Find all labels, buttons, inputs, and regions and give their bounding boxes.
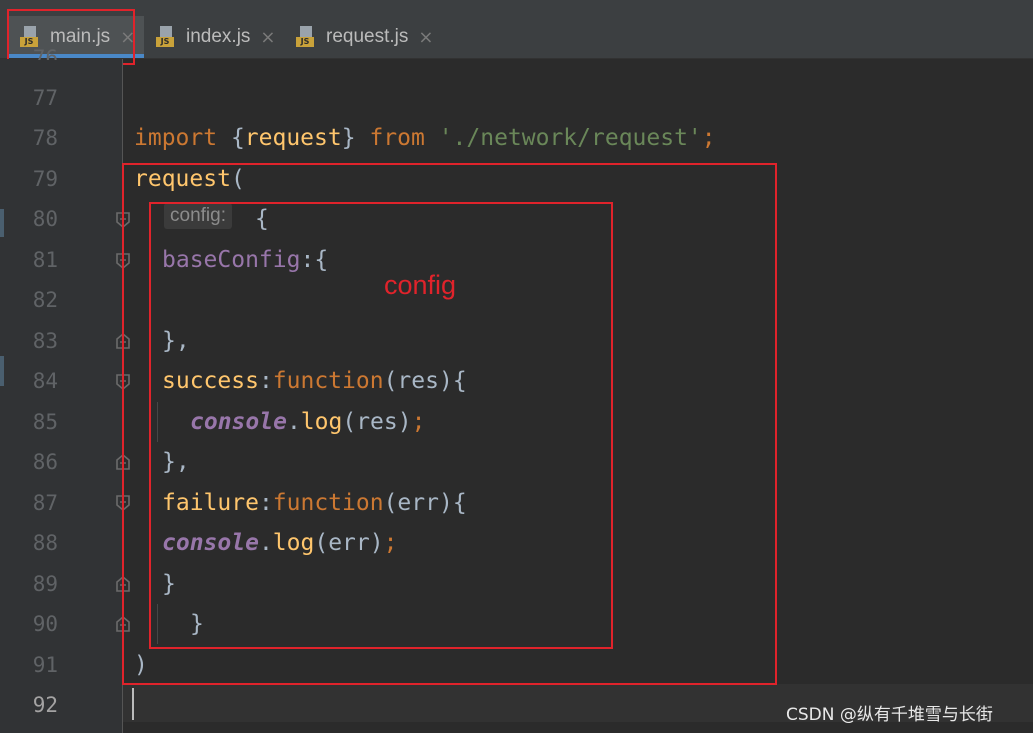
code-line-90[interactable]: } xyxy=(190,610,204,638)
identifier: request xyxy=(244,125,342,151)
keyword: function xyxy=(272,368,384,394)
code-line-84[interactable]: success:function(res){ xyxy=(162,367,467,395)
line-number: 84 xyxy=(32,369,58,393)
code-line-80[interactable]: { xyxy=(255,205,269,233)
keyword: function xyxy=(272,490,384,516)
watermark: CSDN @纵有千堆雪与长街 xyxy=(786,705,993,725)
keyword: from xyxy=(369,125,425,151)
code-line-79[interactable]: request( xyxy=(134,165,245,193)
parameter-hint: config: xyxy=(164,203,232,229)
line-number: 91 xyxy=(32,653,58,677)
code-line-89[interactable]: } xyxy=(162,570,176,598)
title-strip xyxy=(0,0,1033,16)
code-line-86[interactable]: }, xyxy=(162,448,190,476)
tab-label: main.js xyxy=(50,26,111,47)
line-number: 83 xyxy=(32,329,58,353)
text-caret xyxy=(132,688,134,720)
global-object: console xyxy=(162,530,259,556)
indent-guide xyxy=(157,604,158,644)
line-number: 90 xyxy=(32,612,58,636)
function-call: request xyxy=(134,166,231,192)
code-line-83[interactable]: }, xyxy=(162,327,190,355)
indent-guide xyxy=(157,402,158,442)
line-number: 86 xyxy=(32,450,58,474)
close-icon[interactable]: × xyxy=(260,27,275,48)
js-file-icon: JS xyxy=(20,26,42,48)
global-object: console xyxy=(190,409,287,435)
line-number: 78 xyxy=(32,126,58,150)
property-key: baseConfig xyxy=(162,247,301,273)
tab-request-js[interactable]: JS request.js × xyxy=(296,16,433,58)
line-number: 85 xyxy=(32,410,58,434)
keyword: import xyxy=(134,125,218,151)
code-line-87[interactable]: failure:function(err){ xyxy=(162,489,467,517)
code-line-78[interactable]: import {request} from './network/request… xyxy=(134,124,716,152)
property-key: failure xyxy=(162,490,259,516)
line-number: 82 xyxy=(32,288,58,312)
line-number: 81 xyxy=(32,248,58,272)
code-line-85[interactable]: console.log(res); xyxy=(190,408,425,436)
code-line-88[interactable]: console.log(err); xyxy=(162,529,397,557)
code-editor[interactable] xyxy=(123,59,1033,733)
code-line-81[interactable]: baseConfig:{ xyxy=(162,246,328,274)
line-number: 79 xyxy=(32,167,58,191)
line-number: 77 xyxy=(32,86,58,110)
line-number: 80 xyxy=(32,207,58,231)
code-line-91[interactable]: ) xyxy=(134,651,148,679)
js-file-icon: JS xyxy=(296,26,318,48)
line-number: 87 xyxy=(32,491,58,515)
method-name: log xyxy=(300,409,343,435)
tab-label: request.js xyxy=(326,26,409,47)
property-key: success xyxy=(162,368,259,394)
method-name: log xyxy=(272,530,315,556)
annotation-label: config xyxy=(384,270,457,300)
line-number-current: 92 xyxy=(32,693,58,717)
line-number: 89 xyxy=(32,572,58,596)
code-line-76[interactable]: // }) xyxy=(134,44,245,58)
close-icon[interactable]: × xyxy=(418,27,433,48)
string-literal: './network/request' xyxy=(438,125,702,151)
line-number: 76 xyxy=(32,46,58,60)
line-number: 88 xyxy=(32,531,58,555)
